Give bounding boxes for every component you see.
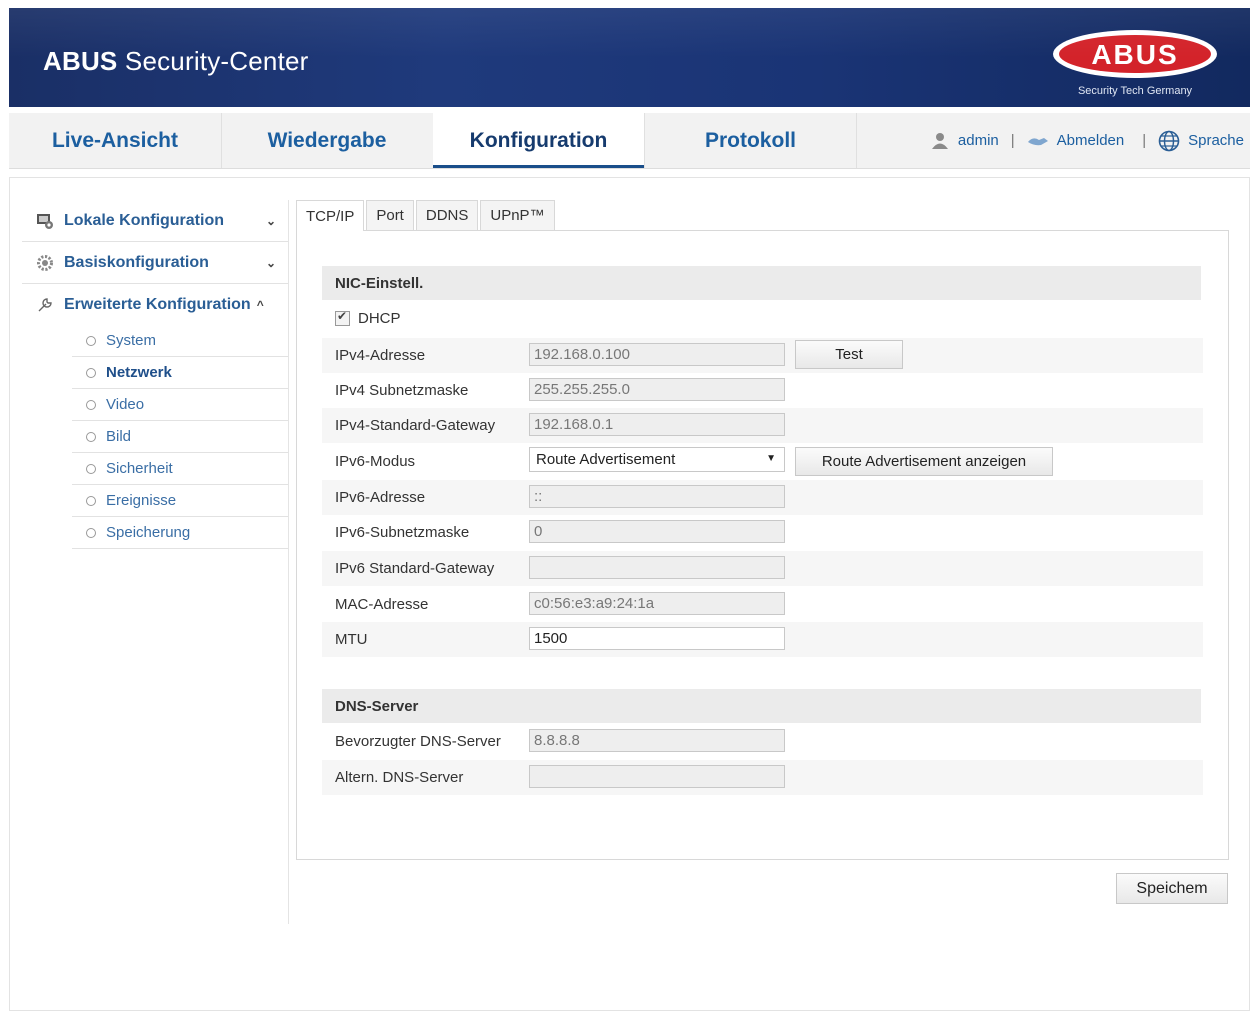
ipv4-address-field[interactable]: 192.168.0.100 (529, 343, 785, 366)
save-button[interactable]: Speichem (1116, 873, 1228, 904)
mtu-row: MTU 1500 (322, 622, 1203, 657)
sidebar-item-network[interactable]: Netzwerk (72, 357, 288, 389)
sidebar-section-advanced[interactable]: Erweiterte Konfiguration ^ (22, 284, 288, 325)
user-icon (931, 132, 948, 149)
mac-address-row: MAC-Adresse c0:56:e3:a9:24:1a (322, 587, 1203, 622)
separator: | (1010, 132, 1015, 149)
alternate-dns-row: Altern. DNS-Server (322, 760, 1203, 795)
abus-logo: ABUS Security Tech Germany (1053, 30, 1217, 97)
bullet-icon (86, 495, 96, 506)
language-link[interactable]: Sprache (1188, 132, 1244, 149)
sidebar-divider (288, 200, 289, 924)
chevron-down-icon: ⌄ (265, 255, 276, 270)
bullet-icon (86, 399, 96, 410)
ipv4-gateway-field[interactable]: 192.168.0.1 (529, 413, 785, 436)
gear-icon (37, 254, 53, 271)
nic-section-title: NIC-Einstell. (322, 266, 1201, 300)
sidebar-item-system[interactable]: System (72, 325, 288, 357)
bullet-icon (86, 367, 96, 378)
mtu-label: MTU (335, 631, 368, 648)
bullet-icon (86, 463, 96, 474)
ipv6-address-label: IPv6-Adresse (335, 489, 426, 506)
dns-section-title: DNS-Server (322, 689, 1201, 723)
separator: | (1142, 132, 1147, 149)
mac-address-field[interactable]: c0:56:e3:a9:24:1a (529, 592, 785, 615)
ipv6-gateway-row: IPv6 Standard-Gateway (322, 551, 1203, 586)
sidebar-item-storage[interactable]: Speicherung (72, 517, 288, 549)
local-config-icon (37, 213, 53, 229)
ipv6-mode-row: IPv6-Modus Route Advertisement ▼ Route A… (322, 444, 1203, 479)
main-nav: Live-Ansicht Wiedergabe Konfiguration Pr… (9, 113, 1250, 169)
sidebar-item-image[interactable]: Bild (72, 421, 288, 453)
user-bar: admin | Abmelden | Sprache (930, 113, 1244, 168)
ipv4-gateway-label: IPv4-Standard-Gateway (335, 417, 496, 434)
ipv6-subnet-field[interactable]: 0 (529, 520, 785, 543)
sidebar-section-local[interactable]: Lokale Konfiguration ⌄ (22, 200, 288, 242)
nav-tab-configuration[interactable]: Konfiguration (433, 113, 644, 168)
nav-tab-live[interactable]: Live-Ansicht (9, 113, 222, 168)
bullet-icon (86, 335, 96, 346)
ipv4-address-label: IPv4-Adresse (335, 347, 426, 364)
tab-tcpip[interactable]: TCP/IP (296, 200, 365, 231)
sidebar-item-video[interactable]: Video (72, 389, 288, 421)
sidebar-item-security[interactable]: Sicherheit (72, 453, 288, 485)
mac-address-label: MAC-Adresse (335, 596, 429, 613)
bullet-icon (86, 431, 96, 442)
logout-icon (1027, 137, 1048, 145)
dhcp-label: DHCP (358, 309, 401, 327)
ipv4-subnet-row: IPv4 Subnetzmaske 255.255.255.0 (322, 373, 1203, 408)
route-advertisement-button[interactable]: Route Advertisement anzeigen (795, 447, 1053, 476)
network-tabs: TCP/IP Port DDNS UPnP™ (296, 200, 557, 231)
dhcp-option: DHCP (335, 307, 401, 329)
ipv6-subnet-row: IPv6-Subnetzmaske 0 (322, 515, 1203, 550)
ipv4-gateway-row: IPv4-Standard-Gateway 192.168.0.1 (322, 408, 1203, 443)
globe-icon (1158, 130, 1180, 151)
ipv6-gateway-field[interactable] (529, 556, 785, 579)
tab-upnp[interactable]: UPnP™ (480, 200, 555, 230)
preferred-dns-field[interactable]: 8.8.8.8 (529, 729, 785, 752)
chevron-down-icon: ⌄ (265, 213, 276, 228)
tab-port[interactable]: Port (366, 200, 414, 230)
ipv4-address-row: IPv4-Adresse 192.168.0.100 Test (322, 338, 1203, 373)
header-banner: ABUS Security-Center ABUS Security Tech … (9, 8, 1250, 107)
nav-tab-log[interactable]: Protokoll (644, 113, 857, 168)
ipv4-subnet-label: IPv4 Subnetzmaske (335, 382, 469, 399)
alternate-dns-field[interactable] (529, 765, 785, 788)
ipv6-address-field[interactable]: :: (529, 485, 785, 508)
wrench-icon (38, 297, 52, 311)
bullet-icon (86, 527, 96, 538)
logout-link[interactable]: Abmelden (1057, 132, 1125, 149)
sidebar: Lokale Konfiguration ⌄ Basiskonfiguratio… (22, 200, 288, 549)
app-title: ABUS Security-Center (43, 46, 309, 76)
sidebar-section-basic[interactable]: Basiskonfiguration ⌄ (22, 242, 288, 284)
ipv6-gateway-label: IPv6 Standard-Gateway (335, 560, 495, 577)
preferred-dns-label: Bevorzugter DNS-Server (335, 733, 501, 750)
alternate-dns-label: Altern. DNS-Server (335, 769, 464, 786)
mtu-field[interactable]: 1500 (529, 627, 785, 650)
test-button[interactable]: Test (795, 340, 903, 369)
user-name-link[interactable]: admin (958, 132, 999, 149)
svg-text:ABUS: ABUS (1091, 39, 1178, 70)
tab-ddns[interactable]: DDNS (415, 200, 479, 230)
preferred-dns-row: Bevorzugter DNS-Server 8.8.8.8 (322, 724, 1203, 759)
ipv4-subnet-field[interactable]: 255.255.255.0 (529, 378, 785, 401)
svg-text:Security Tech Germany: Security Tech Germany (1078, 85, 1193, 97)
ipv6-address-row: IPv6-Adresse :: (322, 480, 1203, 515)
ipv6-subnet-label: IPv6-Subnetzmaske (335, 524, 470, 541)
nav-tab-playback[interactable]: Wiedergabe (221, 113, 434, 168)
ipv6-mode-label: IPv6-Modus (335, 453, 416, 470)
sidebar-item-events[interactable]: Ereignisse (72, 485, 288, 517)
dropdown-arrow-icon: ▼ (766, 453, 776, 464)
dhcp-checkbox[interactable] (335, 309, 350, 326)
ipv6-mode-select[interactable]: Route Advertisement ▼ (529, 447, 785, 472)
chevron-up-icon: ^ (256, 297, 264, 312)
